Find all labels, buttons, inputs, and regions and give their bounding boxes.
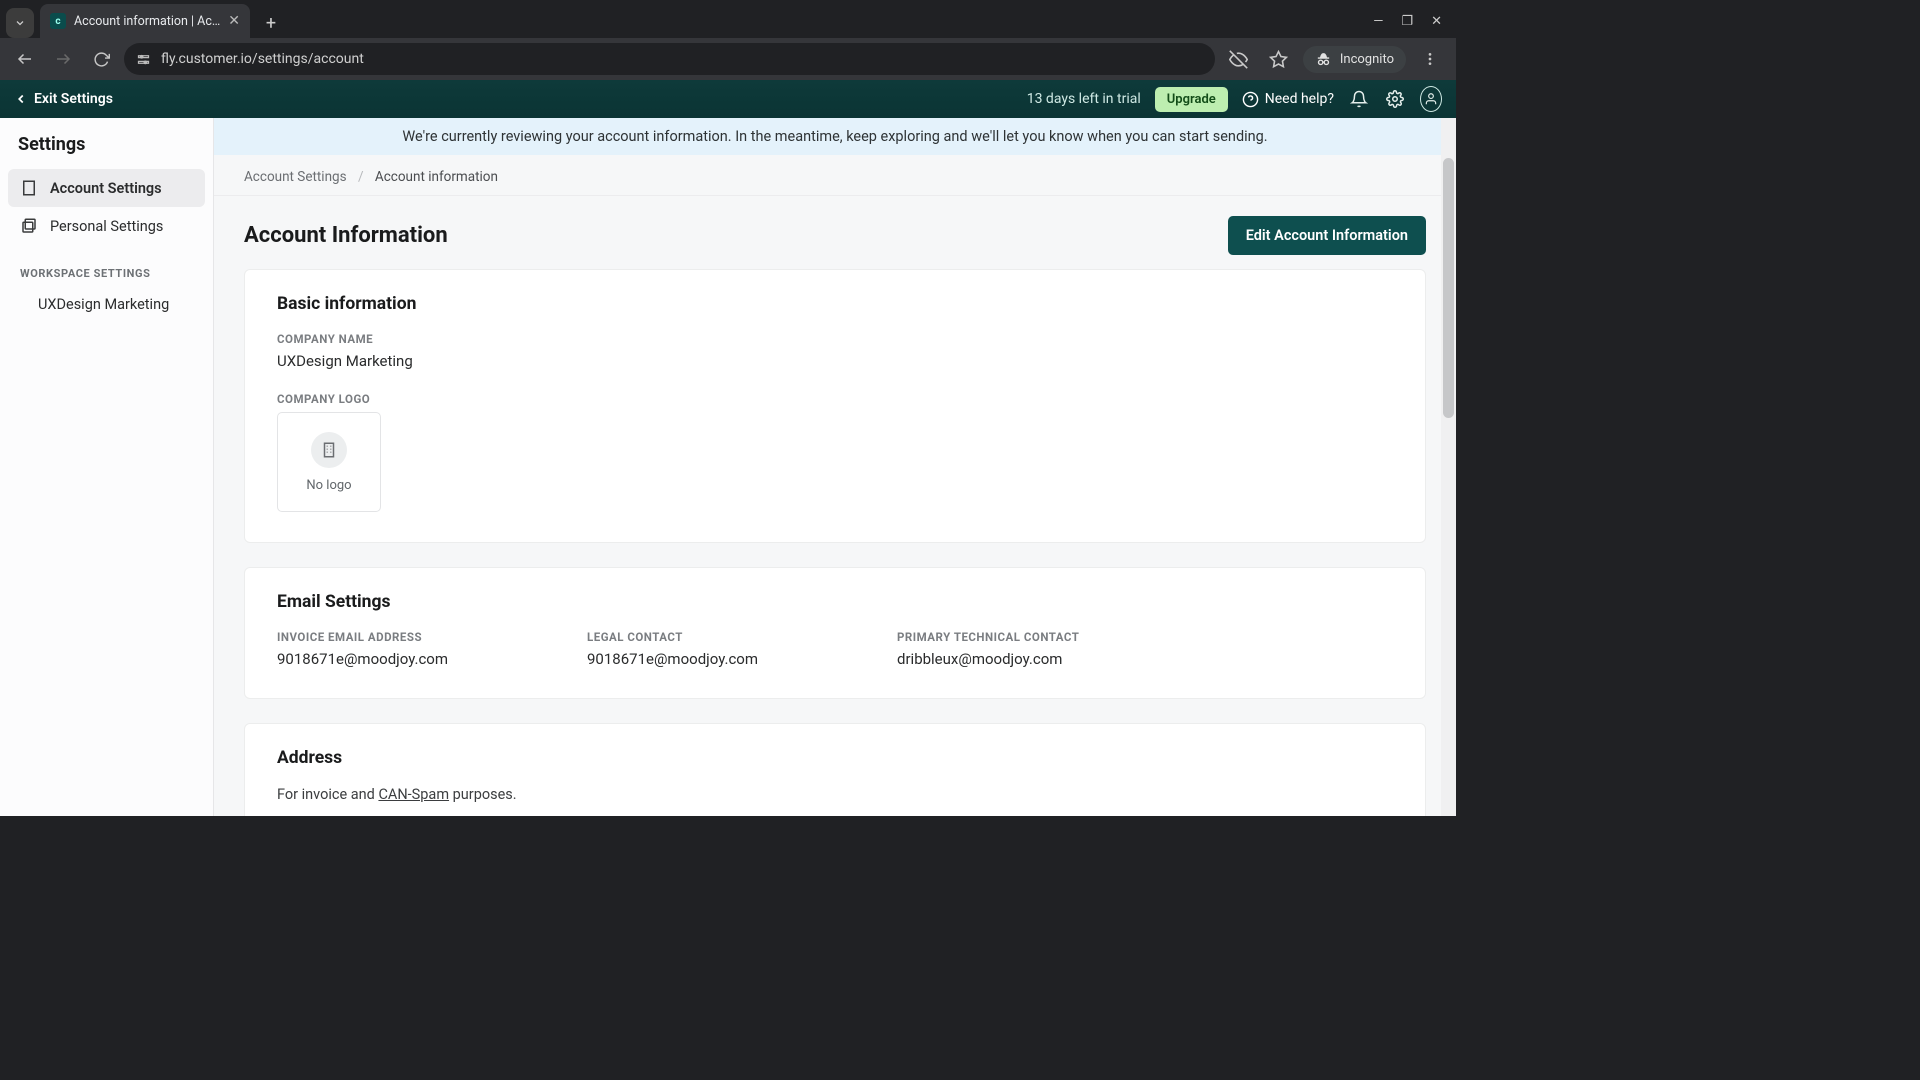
field-value-company-name: UXDesign Marketing <box>277 352 1393 370</box>
reload-button[interactable] <box>86 44 116 74</box>
sidebar-item-account-settings[interactable]: Account Settings <box>8 169 205 207</box>
sidebar-item-label: Account Settings <box>50 180 162 197</box>
help-circle-icon <box>1242 91 1259 108</box>
new-tab-button[interactable]: + <box>256 8 286 38</box>
scrollbar-track[interactable] <box>1441 118 1456 816</box>
notifications-button[interactable] <box>1348 88 1370 110</box>
need-help-link[interactable]: Need help? <box>1242 91 1334 108</box>
breadcrumb-current: Account information <box>375 169 498 185</box>
breadcrumb-root[interactable]: Account Settings <box>244 169 347 185</box>
review-banner: We're currently reviewing your account i… <box>214 118 1456 155</box>
maximize-button[interactable]: ❐ <box>1401 14 1413 29</box>
breadcrumb-separator: / <box>358 169 364 185</box>
sidebar-title: Settings <box>8 134 205 169</box>
field-value-technical-contact: dribbleux@moodjoy.com <box>897 650 1177 668</box>
back-button[interactable] <box>10 44 40 74</box>
star-icon <box>1269 50 1288 69</box>
window-controls: — ❐ ✕ <box>1373 4 1456 38</box>
main-content: We're currently reviewing your account i… <box>214 118 1456 816</box>
incognito-label: Incognito <box>1340 52 1394 67</box>
card-heading: Email Settings <box>277 592 1393 612</box>
field-label-legal-contact: LEGAL CONTACT <box>587 630 837 644</box>
need-help-label: Need help? <box>1265 91 1334 107</box>
bookmark-button[interactable] <box>1263 43 1295 75</box>
account-menu-button[interactable] <box>1420 88 1442 110</box>
can-spam-link[interactable]: CAN-Spam <box>378 786 449 803</box>
gear-icon <box>1386 90 1404 108</box>
close-tab-button[interactable]: ✕ <box>228 13 240 29</box>
sidebar-section-workspace: WORKSPACE SETTINGS <box>8 245 205 288</box>
address-bar: fly.customer.io/settings/account Incogni… <box>0 38 1456 80</box>
arrow-right-icon <box>54 50 72 68</box>
settings-sidebar: Settings Account Settings Personal Setti… <box>0 118 214 816</box>
field-label-invoice-email: INVOICE EMAIL ADDRESS <box>277 630 527 644</box>
incognito-icon <box>1315 51 1332 68</box>
card-heading: Basic information <box>277 294 1393 314</box>
tab-title: Account information | Account <box>74 14 220 29</box>
chevron-down-icon <box>14 17 26 29</box>
exit-settings-label: Exit Settings <box>34 91 113 107</box>
sidebar-item-label: Personal Settings <box>50 218 163 235</box>
field-value-invoice-email: 9018671e@moodjoy.com <box>277 650 527 668</box>
scrollbar-thumb[interactable] <box>1443 158 1454 418</box>
edit-account-button[interactable]: Edit Account Information <box>1228 216 1426 255</box>
reload-icon <box>93 51 110 68</box>
trial-days-text: 13 days left in trial <box>1027 91 1141 107</box>
browser-tab[interactable]: c Account information | Account ✕ <box>40 4 250 38</box>
field-label-company-name: COMPANY NAME <box>277 332 1393 346</box>
building-icon <box>20 179 38 197</box>
card-address: Address For invoice and CAN-Spam purpose… <box>244 723 1426 816</box>
app-root: Exit Settings 13 days left in trial Upgr… <box>0 80 1456 816</box>
user-icon <box>1424 92 1438 106</box>
tab-search-button[interactable] <box>6 8 34 38</box>
app-header: Exit Settings 13 days left in trial Upgr… <box>0 80 1456 118</box>
layers-icon <box>20 217 38 235</box>
exit-settings-link[interactable]: Exit Settings <box>14 91 113 107</box>
forward-button[interactable] <box>48 44 78 74</box>
browser-chrome: c Account information | Account ✕ + — ❐ … <box>0 0 1456 80</box>
field-label-technical-contact: PRIMARY TECHNICAL CONTACT <box>897 630 1177 644</box>
browser-menu-button[interactable] <box>1414 43 1446 75</box>
dots-vertical-icon <box>1422 51 1438 67</box>
field-label-company-logo: COMPANY LOGO <box>277 392 1393 406</box>
field-value-legal-contact: 9018671e@moodjoy.com <box>587 650 837 668</box>
close-window-button[interactable]: ✕ <box>1431 14 1442 29</box>
arrow-left-icon <box>16 50 34 68</box>
card-email-settings: Email Settings INVOICE EMAIL ADDRESS 901… <box>244 567 1426 699</box>
settings-button[interactable] <box>1384 88 1406 110</box>
site-settings-icon[interactable] <box>136 52 151 67</box>
address-subtext: For invoice and CAN-Spam purposes. <box>277 786 1393 803</box>
breadcrumb: Account Settings / Account information <box>214 155 1456 196</box>
favicon-icon: c <box>50 13 66 29</box>
page-title: Account Information <box>244 223 448 248</box>
url-input[interactable]: fly.customer.io/settings/account <box>124 43 1215 75</box>
tab-strip: c Account information | Account ✕ + — ❐ … <box>0 0 1456 38</box>
sidebar-item-workspace[interactable]: UXDesign Marketing <box>8 288 205 321</box>
eye-off-icon[interactable] <box>1223 43 1255 75</box>
company-logo-placeholder: No logo <box>277 412 381 512</box>
sidebar-item-personal-settings[interactable]: Personal Settings <box>8 207 205 245</box>
minimize-button[interactable]: — <box>1373 14 1383 29</box>
card-heading: Address <box>277 748 1393 768</box>
bell-icon <box>1350 90 1368 108</box>
building-icon <box>320 441 338 459</box>
upgrade-button[interactable]: Upgrade <box>1155 87 1228 112</box>
no-logo-text: No logo <box>306 478 351 493</box>
card-basic-information: Basic information COMPANY NAME UXDesign … <box>244 269 1426 543</box>
url-text: fly.customer.io/settings/account <box>161 51 364 67</box>
incognito-badge[interactable]: Incognito <box>1303 46 1406 73</box>
chevron-left-icon <box>14 92 28 106</box>
